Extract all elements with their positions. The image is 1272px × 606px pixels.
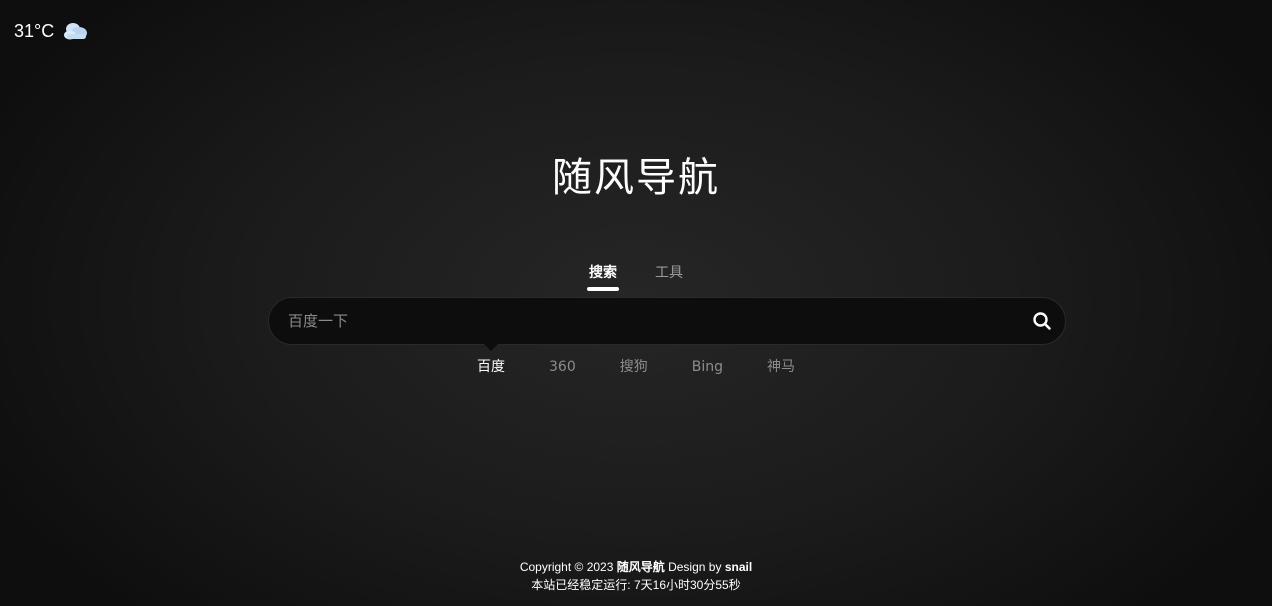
temperature: 31°C [14,20,55,41]
site-title: 随风导航 [552,155,720,201]
engine-bing[interactable]: Bing [692,357,723,377]
tab-search[interactable]: 搜索 [587,263,619,291]
design-by: Design by [668,560,722,574]
search-box [268,297,1066,345]
footer-site-name[interactable]: 随风导航 [617,560,665,574]
copyright-line: Copyright © 2023 随风导航 Design by snail [0,558,1272,576]
engine-360[interactable]: 360 [549,357,576,377]
tab-tools[interactable]: 工具 [655,263,683,291]
footer: Copyright © 2023 随风导航 Design by snail 本站… [0,558,1272,594]
engine-baidu[interactable]: 百度 [477,344,505,377]
engine-sogou[interactable]: 搜狗 [620,357,648,377]
mode-tabs: 搜索 工具 [0,263,1272,291]
copyright-prefix: Copyright © 2023 [519,560,614,574]
search-engine-list: 百度 360 搜狗 Bing 神马 [0,344,1272,377]
weather-widget[interactable]: 31°C [14,20,90,42]
search-input[interactable] [269,298,1019,344]
search-icon [1033,312,1051,330]
cloud-icon [64,23,88,40]
engine-shenma[interactable]: 神马 [767,357,795,377]
author-link[interactable]: snail [725,560,752,574]
search-button[interactable] [1019,298,1065,344]
uptime-text: 本站已经稳定运行: 7天16小时30分55秒 [531,578,741,592]
